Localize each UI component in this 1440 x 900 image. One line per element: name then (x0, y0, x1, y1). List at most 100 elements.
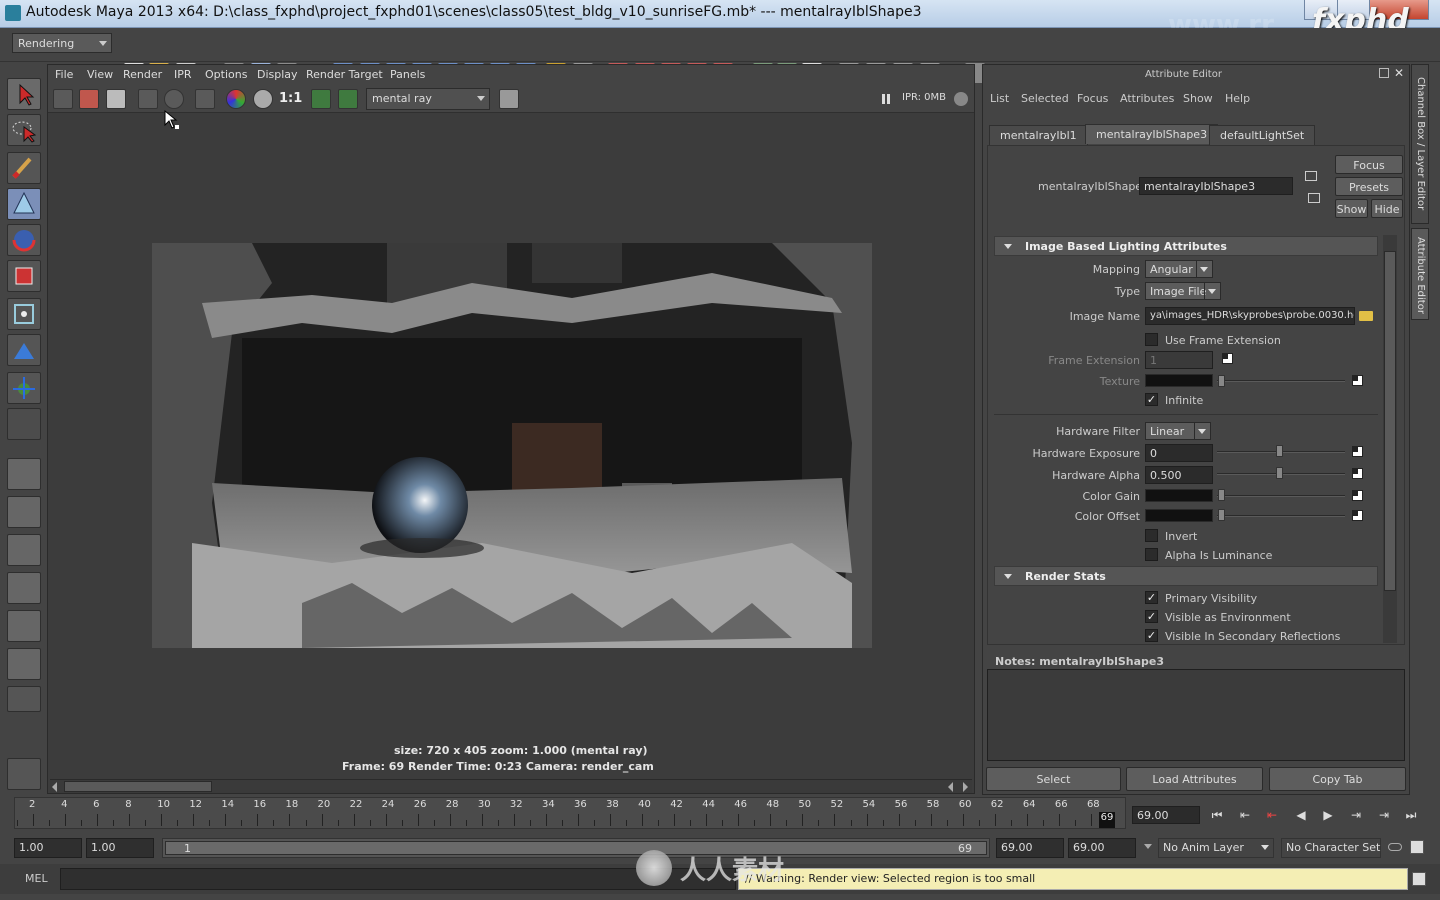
keep-image-icon[interactable] (311, 89, 331, 109)
step-back-frame-icon[interactable]: ⇤ (1263, 808, 1281, 822)
menu-render[interactable]: Render (123, 68, 162, 81)
refresh-ipr-icon[interactable] (164, 89, 184, 109)
ae-menu-selected[interactable]: Selected (1021, 92, 1069, 105)
tab-defaultlightset[interactable]: defaultLightSet (1209, 125, 1316, 145)
real-size-button[interactable]: 1:1 (279, 91, 302, 106)
go-to-output-icon[interactable] (1308, 193, 1320, 203)
texture-swatch[interactable] (1145, 374, 1213, 387)
color-gain-slider[interactable] (1217, 495, 1345, 497)
ae-menu-show[interactable]: Show (1183, 92, 1213, 105)
color-offset-slider[interactable] (1217, 515, 1345, 517)
menu-view[interactable]: View (87, 68, 113, 81)
map-button-icon[interactable] (1222, 353, 1233, 364)
color-gain-knob[interactable] (1218, 489, 1225, 501)
animation-start-field[interactable]: 1.00 (14, 838, 82, 858)
renderer-options-icon[interactable] (499, 89, 519, 109)
attribute-vertical-scrollbar[interactable] (1383, 235, 1397, 643)
step-back-key-icon[interactable]: ⇤ (1236, 808, 1254, 822)
render-view-horizontal-scrollbar[interactable] (50, 779, 972, 793)
float-panel-icon[interactable] (1379, 68, 1389, 78)
script-editor-icon[interactable] (1412, 872, 1426, 886)
scale-tool-icon[interactable] (7, 260, 41, 292)
last-tool-slot[interactable] (7, 408, 41, 440)
close-panel-icon[interactable]: ✕ (1394, 66, 1404, 80)
folder-icon[interactable] (1359, 311, 1373, 321)
scroll-left-end-icon[interactable] (948, 782, 953, 792)
hardware-filter-dropdown[interactable]: Linear (1145, 422, 1211, 440)
hardware-alpha-field[interactable]: 0.500 (1145, 466, 1213, 484)
four-view-layout-icon[interactable] (7, 496, 41, 528)
ae-menu-list[interactable]: List (990, 92, 1009, 105)
ipr-render-icon[interactable] (138, 89, 158, 109)
alpha-channel-icon[interactable] (253, 89, 273, 109)
persp-outliner-layout-icon[interactable] (7, 534, 41, 566)
playback-end-field[interactable]: 69.00 (996, 838, 1064, 858)
animation-end-field[interactable]: 69.00 (1068, 838, 1136, 858)
show-manip-tool-icon[interactable] (7, 372, 41, 404)
presets-button[interactable]: Presets (1335, 177, 1403, 196)
paint-tool-icon[interactable] (7, 152, 41, 184)
graph-layout-icon[interactable] (7, 648, 41, 680)
lasso-tool-icon[interactable] (7, 114, 41, 146)
ae-menu-attributes[interactable]: Attributes (1120, 92, 1174, 105)
menu-file[interactable]: File (55, 68, 73, 81)
select-button[interactable]: Select (986, 767, 1121, 791)
scrollbar-thumb[interactable] (1384, 251, 1396, 591)
redo-render-icon[interactable] (53, 89, 73, 109)
time-ruler[interactable]: 2 4 6 8 10 12 14 16 18 20 22 24 26 28 30 32 34 36 38 40 42 44… (14, 797, 1126, 829)
hardware-exposure-field[interactable]: 0 (1145, 444, 1213, 462)
copy-tab-button[interactable]: Copy Tab (1269, 767, 1406, 791)
current-time-marker[interactable]: 69 (1098, 812, 1115, 828)
scroll-left-icon[interactable] (52, 782, 57, 792)
range-slider[interactable]: 1 69 (162, 838, 990, 858)
scrollbar-thumb[interactable] (64, 781, 212, 792)
tab-mentalrayibl1[interactable]: mentalrayIbl1 (989, 125, 1088, 145)
channel-box-side-tab[interactable]: Channel Box / Layer Editor (1411, 64, 1429, 224)
anim-layer-dropdown[interactable]: No Anim Layer (1158, 838, 1274, 858)
scroll-right-icon[interactable] (963, 782, 968, 792)
menu-ipr[interactable]: IPR (174, 68, 192, 81)
color-offset-map-icon[interactable] (1352, 510, 1363, 521)
image-name-field[interactable]: ya\images_HDR\skyprobes\probe.0030.hdr (1145, 307, 1355, 325)
texture-slider[interactable] (1217, 380, 1345, 382)
ibl-section-header[interactable]: Image Based Lighting Attributes (994, 236, 1378, 256)
go-to-input-icon[interactable] (1305, 171, 1317, 181)
display-rgb-icon[interactable] (195, 89, 215, 109)
play-backwards-icon[interactable]: ◀ (1292, 808, 1310, 822)
step-forward-key-icon[interactable]: ⇥ (1375, 808, 1393, 822)
color-offset-swatch[interactable] (1145, 509, 1213, 522)
go-to-end-icon[interactable]: ⏭ (1402, 808, 1420, 822)
menu-panels[interactable]: Panels (390, 68, 425, 81)
render-stats-section-header[interactable]: Render Stats (994, 566, 1378, 586)
menu-display[interactable]: Display (257, 68, 298, 81)
tab-mentalrayiblshape3[interactable]: mentalrayIblShape3 (1085, 124, 1219, 144)
focus-button[interactable]: Focus (1335, 155, 1403, 174)
hardware-alpha-knob[interactable] (1276, 467, 1283, 479)
color-offset-knob[interactable] (1218, 509, 1225, 521)
hardware-alpha-map-icon[interactable] (1352, 468, 1363, 479)
menuset-dropdown[interactable]: Rendering (12, 33, 112, 53)
renderer-dropdown[interactable]: mental ray (366, 88, 490, 110)
layout-menu-button[interactable] (7, 686, 41, 712)
select-tool-icon[interactable] (7, 78, 41, 110)
texture-map-button-icon[interactable] (1352, 375, 1363, 386)
command-input[interactable] (60, 868, 736, 890)
load-attributes-button[interactable]: Load Attributes (1126, 767, 1263, 791)
current-frame-field[interactable]: 69.00 (1132, 806, 1200, 824)
step-forward-frame-icon[interactable]: ⇥ (1347, 808, 1365, 822)
render-region-icon[interactable] (79, 89, 99, 109)
invert-checkbox[interactable] (1145, 529, 1158, 542)
notes-textarea[interactable] (987, 669, 1405, 761)
script-editor-button[interactable] (7, 758, 41, 790)
single-perspective-layout-icon[interactable] (7, 458, 41, 490)
play-forwards-icon[interactable]: ▶ (1319, 808, 1337, 822)
animation-preferences-icon[interactable] (1410, 840, 1424, 854)
auto-key-icon[interactable] (1388, 843, 1402, 851)
color-channels-icon[interactable] (226, 89, 246, 109)
pause-ipr-icon[interactable] (882, 94, 885, 104)
manipulator-tool-icon[interactable] (7, 298, 41, 330)
hardware-exposure-knob[interactable] (1276, 445, 1283, 457)
hardware-exposure-map-icon[interactable] (1352, 446, 1363, 457)
snapshot-icon[interactable] (106, 89, 126, 109)
playback-start-field[interactable]: 1.00 (86, 838, 154, 858)
